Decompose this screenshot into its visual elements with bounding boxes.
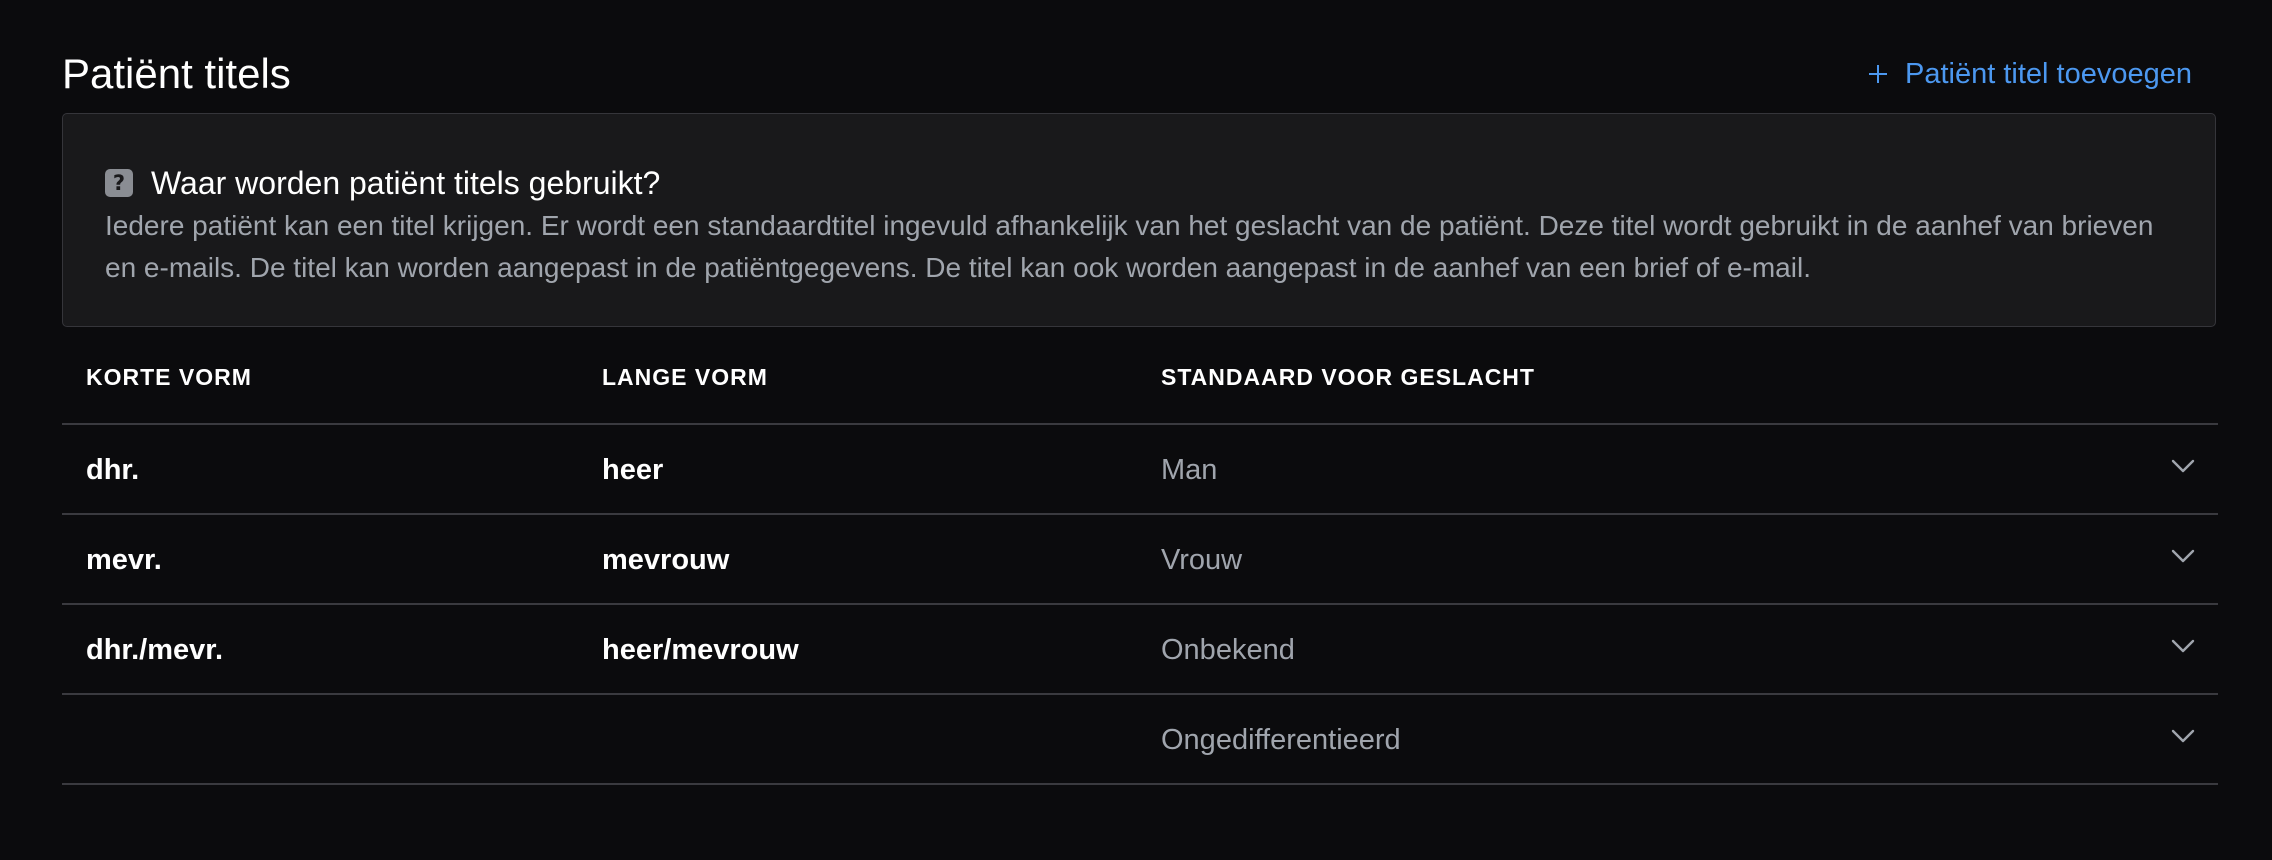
chevron-down-icon[interactable] (2168, 541, 2198, 571)
chevron-down-icon[interactable] (2168, 451, 2198, 481)
question-icon: ? (105, 169, 133, 197)
long-form-cell: mevrouw (602, 544, 730, 576)
add-patient-title-button[interactable]: Patiënt titel toevoegen (1869, 53, 2192, 95)
info-panel: ? Waar worden patiënt titels gebruikt? I… (62, 113, 2216, 327)
table-header: KORTE VORM LANGE VORM STANDAARD VOOR GES… (62, 327, 2218, 425)
column-header-default-gender: STANDAARD VOOR GESLACHT (1161, 364, 1535, 390)
long-form-cell: heer/mevrouw (602, 634, 799, 666)
gender-cell: Vrouw (1161, 544, 1243, 576)
table-row[interactable]: mevr. mevrouw Vrouw (62, 515, 2218, 605)
gender-cell: Man (1161, 454, 1218, 486)
gender-cell: Ongedifferentieerd (1161, 724, 1401, 756)
short-form-cell: mevr. (86, 544, 162, 576)
add-patient-title-label: Patiënt titel toevoegen (1905, 58, 2192, 90)
short-form-cell: dhr. (86, 454, 140, 486)
column-header-short-form: KORTE VORM (86, 364, 252, 390)
info-description: Iedere patiënt kan een titel krijgen. Er… (105, 210, 2154, 283)
long-form-cell: heer (602, 454, 664, 486)
plus-icon (1869, 65, 1888, 83)
table-row[interactable]: dhr./mevr. heer/mevrouw Onbekend (62, 605, 2218, 695)
table-row[interactable]: Ongedifferentieerd (62, 695, 2218, 785)
info-heading: ? Waar worden patiënt titels gebruikt? (105, 162, 660, 204)
info-title: Waar worden patiënt titels gebruikt? (151, 165, 661, 201)
patient-titles-table: KORTE VORM LANGE VORM STANDAARD VOOR GES… (62, 327, 2218, 785)
short-form-cell: dhr./mevr. (86, 634, 224, 666)
chevron-down-icon[interactable] (2168, 631, 2198, 661)
gender-cell: Onbekend (1161, 634, 1295, 666)
page-title: Patiënt titels (62, 50, 291, 97)
chevron-down-icon[interactable] (2168, 721, 2198, 751)
page-header: Patiënt titels Patiënt titel toevoegen (62, 0, 2218, 112)
column-header-long-form: LANGE VORM (602, 364, 768, 390)
patient-titles-page: Patiënt titels Patiënt titel toevoegen ?… (62, 0, 2218, 785)
table-row[interactable]: dhr. heer Man (62, 425, 2218, 515)
